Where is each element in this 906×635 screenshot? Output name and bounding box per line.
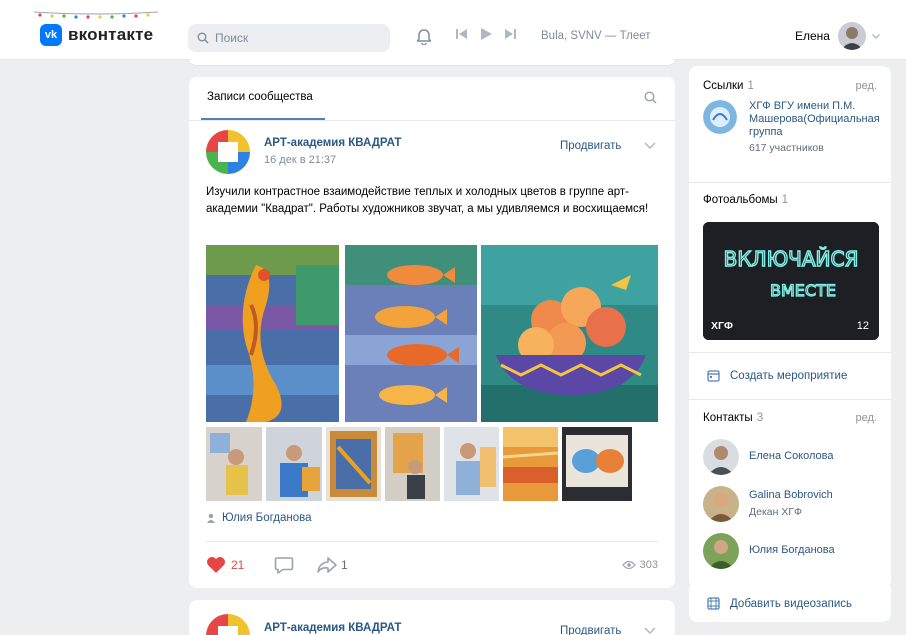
photo-thumbnail[interactable] [503, 427, 558, 501]
post-author-name: Юлия Богданова [222, 512, 312, 524]
top-header: vk вконтакте Поиск Bula, SVNV — Тлеет Ел… [0, 0, 906, 60]
vk-logo[interactable]: vk вконтакте [40, 24, 153, 46]
video-icon [707, 597, 720, 610]
photo-thumbnail[interactable] [444, 427, 499, 501]
artwork-photo-bird[interactable] [206, 245, 339, 422]
links-edit-link[interactable]: ред. [856, 80, 877, 92]
vk-logo-icon: vk [40, 24, 62, 46]
user-menu[interactable]: Елена [795, 22, 880, 50]
community-avatar[interactable] [206, 130, 250, 174]
contact-avatar [703, 439, 739, 475]
post-date[interactable]: 16 дек в 21:37 [264, 154, 336, 166]
community-name[interactable]: АРТ-академия КВАДРАТ [264, 622, 401, 634]
sidebar-card: Ссылки 1 ред. ХГФ ВГУ имени П.М. Машерова… [689, 66, 891, 588]
artwork-photo-fruit-bowl[interactable] [481, 245, 658, 422]
search-placeholder: Поиск [215, 31, 249, 45]
search-input[interactable]: Поиск [188, 24, 390, 52]
share-icon [317, 557, 337, 573]
share-button[interactable]: 1 [316, 556, 348, 574]
play-icon[interactable] [480, 28, 492, 40]
garland-decoration [34, 11, 158, 19]
like-count: 21 [231, 558, 245, 572]
contact-name: Юлия Богданова [749, 544, 835, 556]
next-track-icon[interactable] [504, 29, 516, 39]
calendar-icon [707, 370, 720, 382]
neon-line-1: ВКЛЮЧАЙСЯ [724, 247, 859, 271]
user-name: Елена [795, 29, 830, 43]
posts-tabs: Записи сообщества [189, 77, 675, 121]
logo-text: вконтакте [68, 25, 154, 44]
contacts-edit-link[interactable]: ред. [856, 412, 877, 424]
section-divider [689, 352, 891, 353]
video-card: Добавить видеозапись [689, 582, 891, 622]
user-avatar [837, 22, 866, 50]
current-track[interactable]: Bula, SVNV — Тлеет [541, 30, 651, 42]
add-video-button[interactable]: Добавить видеозапись [707, 597, 852, 610]
contacts-section-title[interactable]: Контакты 3 [703, 412, 763, 424]
link-name: ХГФ ВГУ имени П.М. Машерова(Официальная … [749, 100, 880, 138]
search-icon[interactable] [644, 91, 657, 104]
link-members: 617 участников [749, 142, 824, 154]
photo-thumbnail[interactable] [562, 427, 632, 501]
post-text: Изучили контрастное взаимодействие теплы… [206, 186, 649, 215]
photo-thumbnail[interactable] [326, 427, 381, 501]
create-event-label: Создать мероприятие [730, 369, 848, 382]
previous-card-edge [189, 58, 675, 66]
community-name[interactable]: АРТ-академия КВАДРАТ [264, 137, 401, 149]
community-avatar[interactable] [206, 614, 250, 635]
post-menu-chevron-icon[interactable] [644, 627, 656, 634]
album-photo-count: 12 [856, 320, 869, 332]
promote-button[interactable]: Продвигать [560, 140, 621, 152]
comment-icon[interactable] [274, 556, 294, 574]
section-divider [689, 399, 891, 400]
heart-icon [207, 557, 225, 573]
album-caption: ХГФ [711, 320, 733, 332]
contact-item[interactable]: Юлия Богданова [703, 533, 883, 569]
photo-album-cover[interactable]: ВКЛЮЧАЙСЯ ВМЕСТЕ ХГФ 12 [703, 222, 879, 340]
post-menu-chevron-icon[interactable] [644, 142, 656, 149]
post-author-link[interactable]: Юлия Богданова [206, 512, 312, 524]
photo-thumbnail[interactable] [385, 427, 440, 501]
post-photo-grid [206, 245, 658, 422]
person-icon [207, 513, 215, 523]
contact-item[interactable]: Елена Соколова [703, 439, 883, 475]
create-event-button[interactable]: Создать мероприятие [707, 369, 847, 382]
search-icon [197, 32, 209, 44]
previous-track-icon[interactable] [456, 29, 468, 39]
photo-thumbnail[interactable] [206, 427, 262, 501]
photo-thumbnail[interactable] [266, 427, 322, 501]
contact-name: Елена Соколова [749, 450, 834, 462]
link-avatar [703, 100, 737, 134]
add-video-label: Добавить видеозапись [730, 597, 852, 610]
actions-divider [206, 541, 658, 542]
post-actions: 21 1 303 [206, 554, 658, 578]
community-posts-card: Записи сообщества АРТ-академия КВАДРАТ 1… [189, 77, 675, 588]
contact-name: Galina Bobrovich [749, 489, 833, 501]
contact-item[interactable]: Galina Bobrovich Декан ХГФ [703, 486, 883, 522]
post-header: АРТ-академия КВАДРАТ 16 дек в 21:37 Прод… [206, 130, 658, 176]
post-thumbnail-strip [206, 427, 658, 501]
promote-button[interactable]: Продвигать [560, 625, 621, 635]
eye-icon [621, 560, 636, 570]
tab-community-posts[interactable]: Записи сообщества [207, 91, 313, 103]
audio-player [456, 28, 516, 40]
albums-section-title[interactable]: Фотоальбомы 1 [703, 194, 788, 206]
contact-avatar [703, 486, 739, 522]
notifications-bell-icon[interactable] [416, 27, 432, 45]
next-post-card: АРТ-академия КВАДРАТ Продвигать [189, 600, 675, 635]
contact-avatar [703, 533, 739, 569]
share-count: 1 [341, 558, 348, 572]
artwork-photo-fish[interactable] [345, 245, 477, 422]
views-counter: 303 [621, 559, 658, 571]
like-button[interactable]: 21 [206, 556, 244, 574]
contact-role: Декан ХГФ [749, 506, 803, 518]
section-divider [689, 182, 891, 183]
links-section-title[interactable]: Ссылки 1 [703, 80, 754, 92]
view-count: 303 [639, 559, 658, 571]
neon-line-2: ВМЕСТЕ [770, 281, 836, 300]
chevron-down-icon [872, 33, 880, 39]
active-tab-indicator [201, 118, 325, 120]
